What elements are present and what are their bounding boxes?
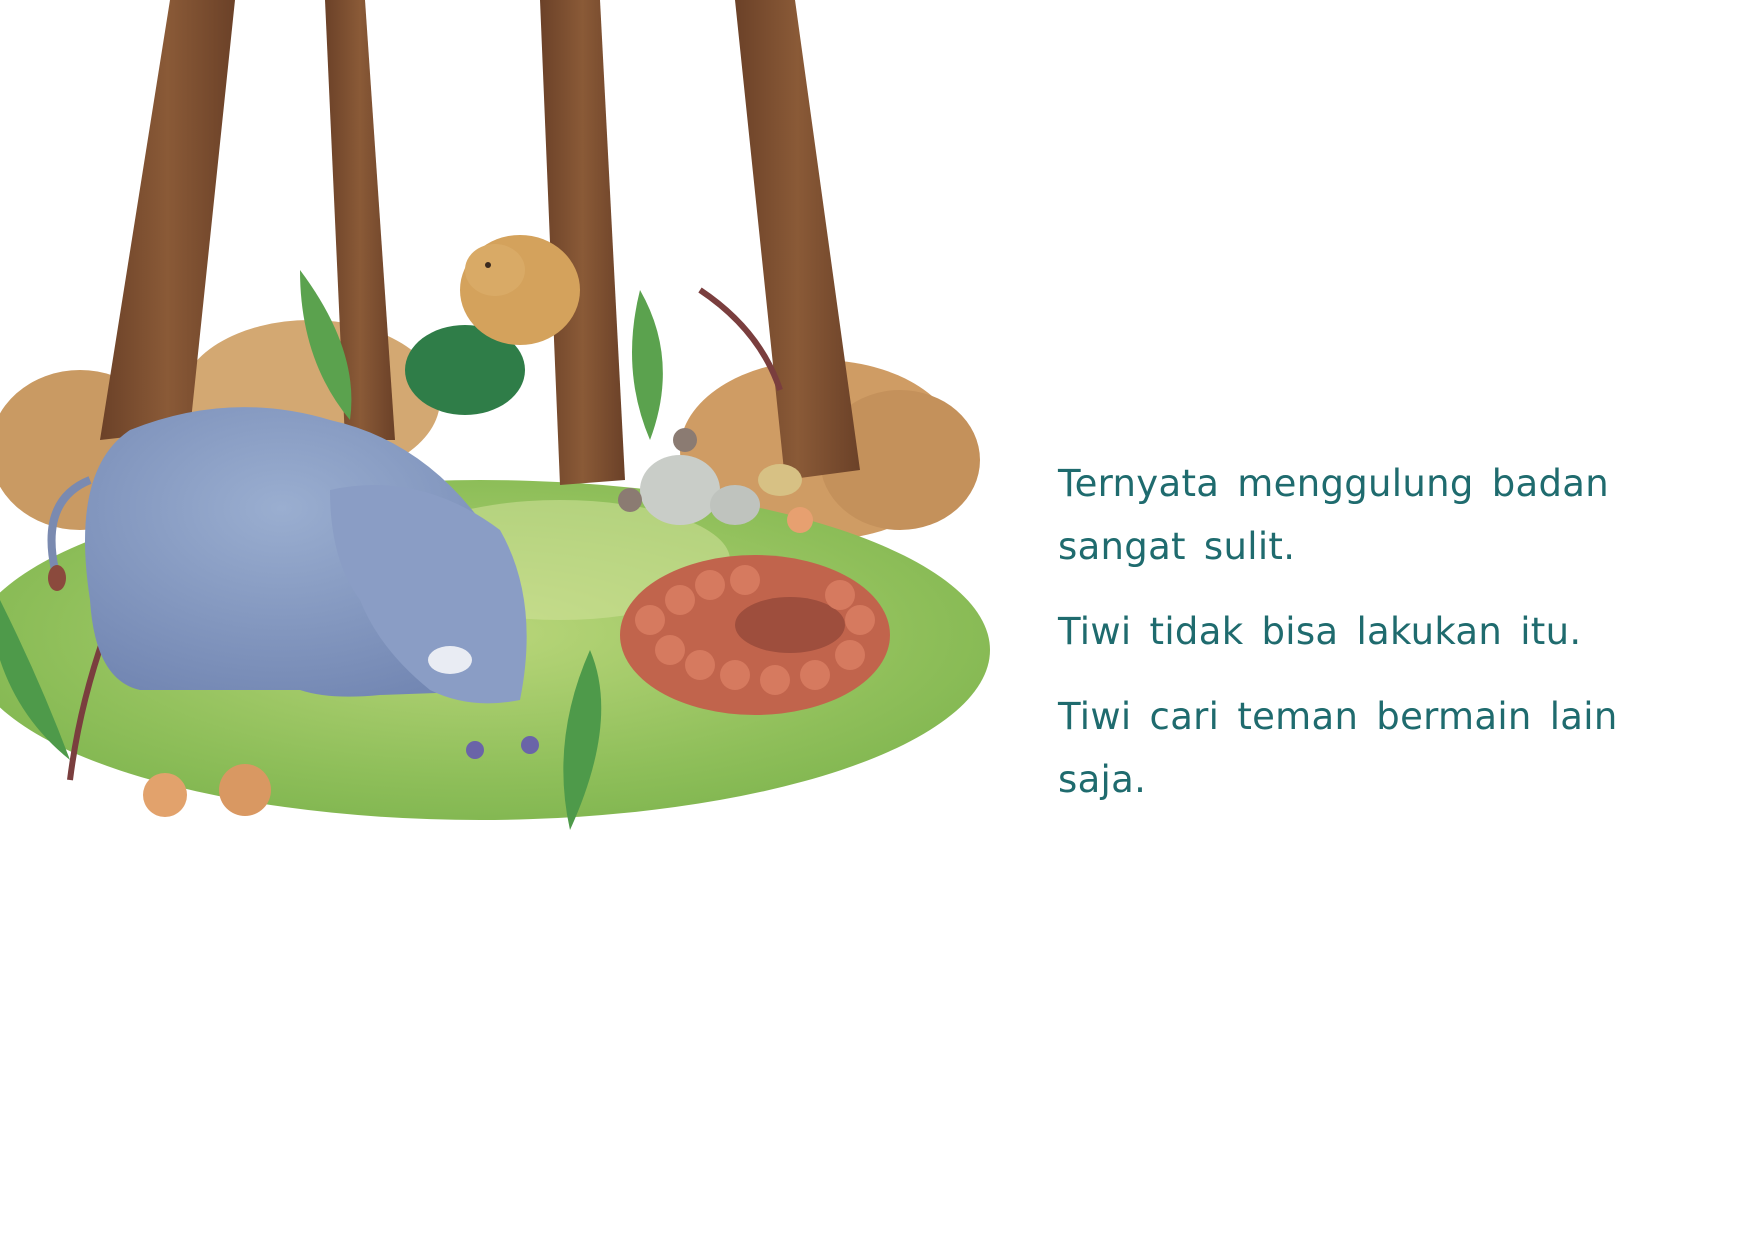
story-paragraph-3: Tiwi cari teman bermain lain saja.	[1058, 695, 1618, 801]
story-paragraph-1: Ternyata menggulung badan sangat sulit.	[1058, 462, 1609, 568]
deer	[460, 235, 580, 345]
story-paragraph-2: Tiwi tidak bisa lakukan itu.	[1058, 610, 1582, 653]
pangolin	[620, 555, 890, 715]
book-page: Ternyata menggulung badan sangat sulit. …	[0, 0, 1754, 1241]
elephant	[47, 407, 527, 704]
story-text: Ternyata menggulung badan sangat sulit. …	[1058, 452, 1698, 833]
forest-illustration	[0, 0, 990, 830]
